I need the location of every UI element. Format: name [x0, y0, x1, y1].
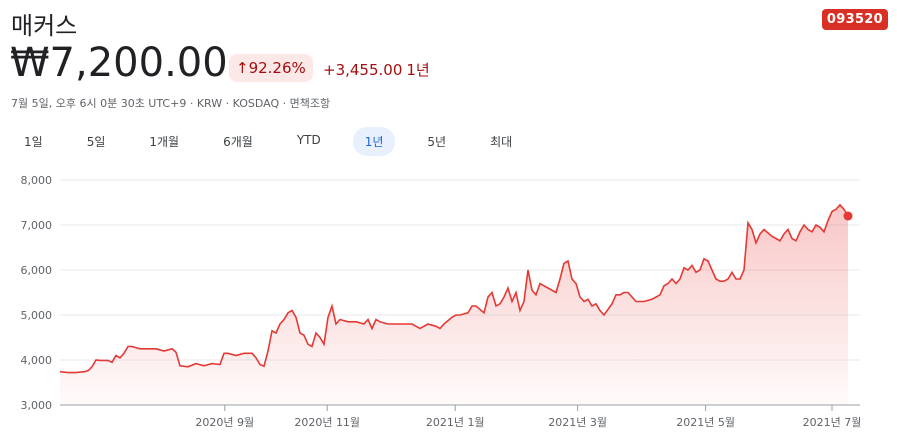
- change-amount: +3,455.00: [323, 61, 403, 79]
- tab-range-4[interactable]: YTD: [285, 127, 333, 156]
- price-area-fill: [60, 204, 848, 405]
- change-percent-badge: ↑92.26%: [229, 54, 313, 82]
- y-tick-label: 7,000: [21, 219, 53, 232]
- x-tick-label: 2020년 11월: [294, 416, 360, 429]
- tab-range-2[interactable]: 1개월: [137, 127, 191, 156]
- change-period: 1년: [406, 61, 430, 79]
- quote-meta: 7월 5일, 오후 6시 0분 30초 UTC+9 · KRW · KOSDAQ…: [11, 97, 331, 110]
- ticker-badge[interactable]: 093520: [821, 9, 888, 30]
- y-tick-label: 8,000: [21, 174, 53, 187]
- x-tick-label: 2021년 5월: [676, 416, 735, 429]
- current-price-dot: [843, 211, 853, 221]
- x-tick-label: 2021년 3월: [548, 416, 607, 429]
- tab-range-3[interactable]: 6개월: [211, 127, 265, 156]
- y-tick-label: 3,000: [21, 399, 53, 412]
- tab-range-7[interactable]: 최대: [478, 127, 524, 156]
- x-tick-label: 2021년 1월: [426, 416, 485, 429]
- stock-name: 매커스: [11, 12, 78, 40]
- x-tick-label: 2021년 7월: [803, 416, 862, 429]
- y-tick-label: 6,000: [21, 264, 53, 277]
- y-tick-label: 4,000: [21, 354, 53, 367]
- x-tick-label: 2020년 9월: [195, 416, 254, 429]
- tab-range-0[interactable]: 1일: [12, 127, 55, 156]
- tab-range-5[interactable]: 1년: [352, 127, 396, 156]
- change-absolute: +3,455.00 1년: [323, 59, 430, 80]
- y-axis-labels: 3,000 4,000 5,000 6,000 7,000 8,000: [21, 174, 53, 412]
- x-axis-labels: 2020년 9월 2020년 11월 2021년 1월 2021년 3월 2021년 5…: [195, 405, 861, 429]
- tab-range-1[interactable]: 5일: [75, 127, 118, 156]
- tab-range-6[interactable]: 5년: [415, 127, 458, 156]
- range-tabs: 1일 5일 1개월 6개월 YTD 1년 5년 최대: [12, 127, 544, 156]
- y-tick-label: 5,000: [21, 309, 53, 322]
- current-price: ₩7,200.00: [10, 40, 228, 86]
- price-chart[interactable]: 3,0004,0005,0006,0007,0008,000 2020년 9월 2…: [0, 165, 897, 444]
